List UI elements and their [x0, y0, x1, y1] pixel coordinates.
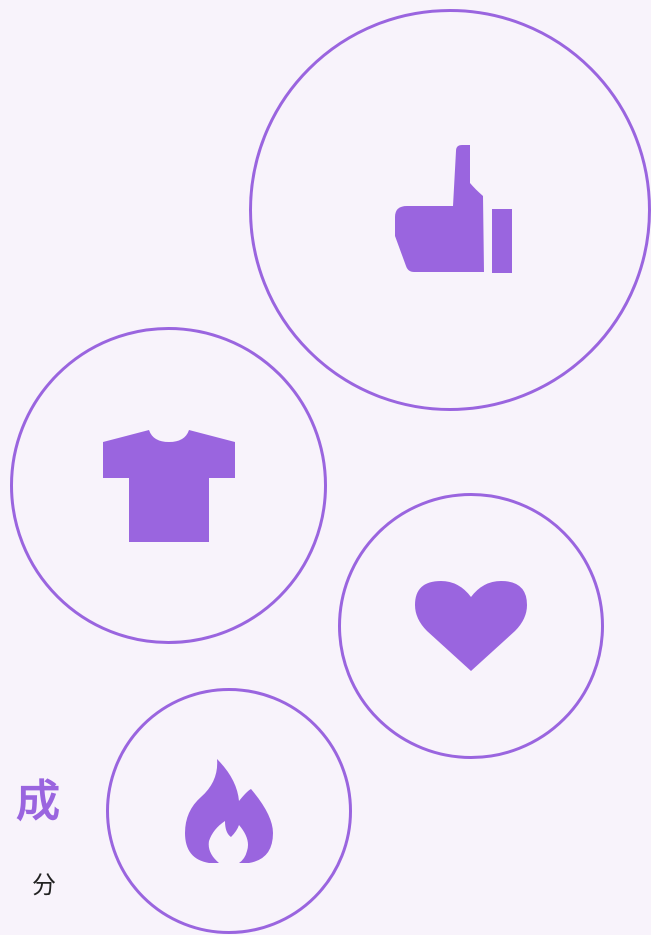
heart-icon [415, 581, 527, 671]
title-text-fragment: 成 [16, 776, 60, 827]
tshirt-bubble[interactable] [10, 327, 327, 644]
heart-bubble[interactable] [338, 493, 604, 759]
tshirt-icon [102, 429, 235, 542]
fire-bubble[interactable] [106, 688, 352, 934]
subtitle-text-fragment: 分 [32, 871, 56, 899]
thumbs-up-icon [385, 145, 515, 275]
like-bubble[interactable] [249, 9, 651, 411]
fire-icon [185, 759, 273, 863]
